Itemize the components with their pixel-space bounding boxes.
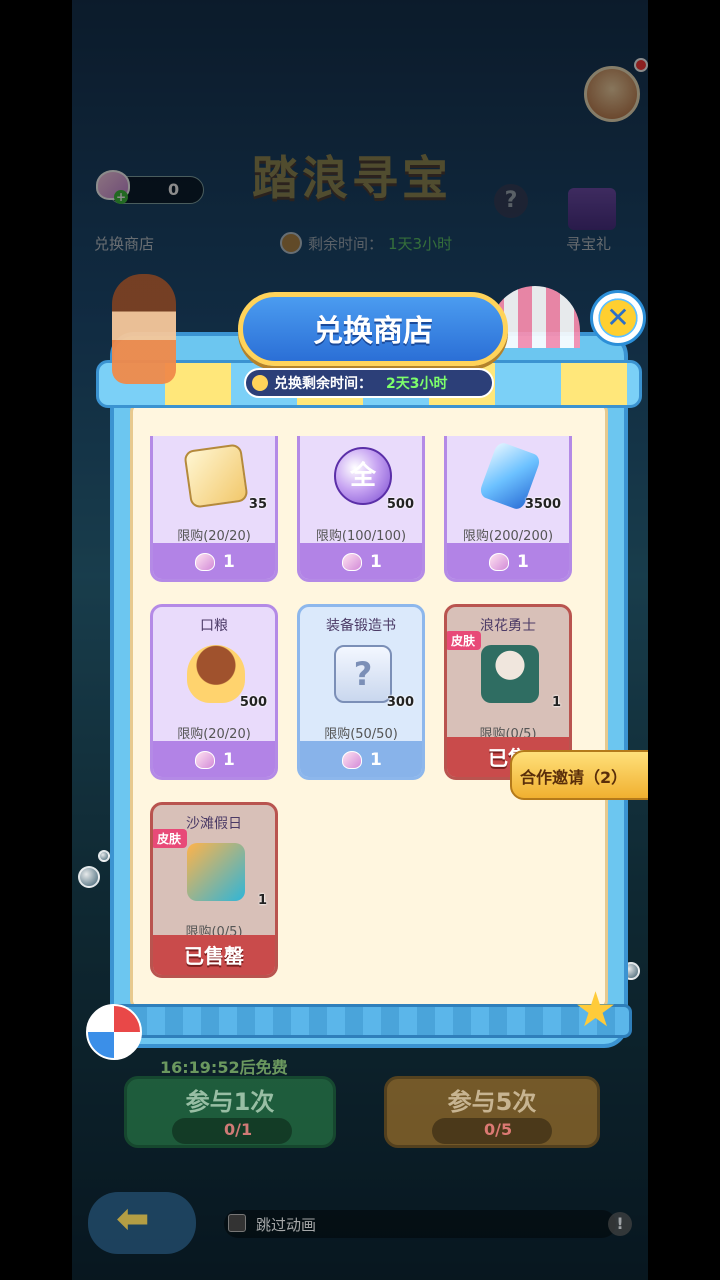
item-price: 1 [517, 552, 529, 572]
item-grid: 35 限购(20/20) 1 全 500 限购(100/100) 1 3500 … [150, 436, 580, 996]
modal-title: 兑换商店 [313, 314, 433, 349]
hero-skin-icon [481, 645, 539, 703]
bottom-rail-deco [108, 1004, 632, 1038]
skip-animation-label[interactable]: 跳过动画 [256, 1214, 316, 1235]
draw-once-label[interactable]: 参与1次 [124, 1082, 336, 1117]
starfish-icon: ★ [574, 982, 618, 1038]
ticket-icon [183, 443, 249, 509]
sold-out-label: 已售罄 [184, 944, 244, 968]
draw-once-count: 0/1 [224, 1120, 253, 1139]
item-quantity: 1 [257, 893, 267, 908]
skip-animation-checkbox[interactable] [228, 1214, 246, 1232]
draw-five-label[interactable]: 参与5次 [384, 1082, 600, 1117]
item-quantity: 500 [239, 695, 267, 710]
purchase-limit: 限购(50/50) [324, 727, 398, 742]
bubble-deco [98, 850, 110, 862]
shop-item-card[interactable]: 装备锻造书 ? 300 限购(50/50) 1 [297, 604, 425, 780]
purchase-limit: 限购(100/100) [315, 529, 407, 544]
shell-currency-icon [342, 553, 362, 571]
beach-ball-deco [86, 1004, 142, 1060]
bubble-deco [78, 866, 100, 888]
purchase-limit: 限购(200/200) [462, 529, 554, 544]
purchase-limit: 限购(20/20) [177, 529, 251, 544]
countdown-label: 兑换剩余时间： [274, 376, 372, 392]
shell-currency-icon [195, 553, 215, 571]
shop-item-card[interactable]: 口粮 500 限购(20/20) 1 [150, 604, 278, 780]
shop-item-card[interactable]: 沙滩假日 皮肤 1 限购(0/5) 已售罄 [150, 802, 278, 978]
item-price: 1 [370, 552, 382, 572]
item-quantity: 1 [551, 695, 561, 710]
clock-icon [250, 373, 270, 393]
back-arrow-icon[interactable]: ⬅ [116, 1196, 150, 1242]
coop-invite-label[interactable]: 合作邀请（2） [520, 764, 627, 788]
item-quantity: 500 [386, 497, 414, 512]
glasses-skin-icon [187, 843, 245, 901]
item-price: 1 [370, 750, 382, 770]
countdown-value: 2天3小时 [386, 376, 448, 392]
shop-item-card[interactable]: 全 500 限购(100/100) 1 [297, 436, 425, 582]
shell-currency-icon [489, 553, 509, 571]
scroll-icon: ? [334, 645, 392, 703]
mascot-character [112, 274, 176, 384]
pet-food-icon [187, 645, 245, 703]
free-timer-label: 16:19:52后免费 [160, 1058, 288, 1077]
coin-icon: 全 [334, 447, 392, 505]
shell-currency-icon [195, 751, 215, 769]
close-icon[interactable]: ✕ [600, 300, 636, 336]
item-quantity: 35 [248, 497, 267, 512]
shop-item-card[interactable]: 35 限购(20/20) 1 [150, 436, 278, 582]
skin-tag: 皮肤 [153, 829, 188, 848]
alert-icon[interactable]: ! [608, 1212, 632, 1236]
skin-tag: 皮肤 [447, 631, 482, 650]
item-quantity: 3500 [524, 497, 561, 512]
item-name: 装备锻造书 [326, 618, 396, 634]
item-price: 1 [223, 552, 235, 572]
item-name: 口粮 [200, 618, 228, 634]
purchase-limit: 限购(20/20) [177, 727, 251, 742]
item-quantity: 300 [386, 695, 414, 710]
exchange-shop-modal: 兑换商店 兑换剩余时间： 2天3小时 ✕ 35 限购(20/20) 1 全 50… [96, 274, 646, 1048]
shop-item-card[interactable]: 3500 限购(200/200) 1 [444, 436, 572, 582]
item-price: 1 [223, 750, 235, 770]
game-screen: 踏浪寻宝 ? + 0 兑换商店 剩余时间： 1天3小时 寻宝礼 兑换商店 兑换剩… [72, 0, 648, 1280]
draw-five-count: 0/5 [484, 1120, 513, 1139]
shell-currency-icon [342, 751, 362, 769]
